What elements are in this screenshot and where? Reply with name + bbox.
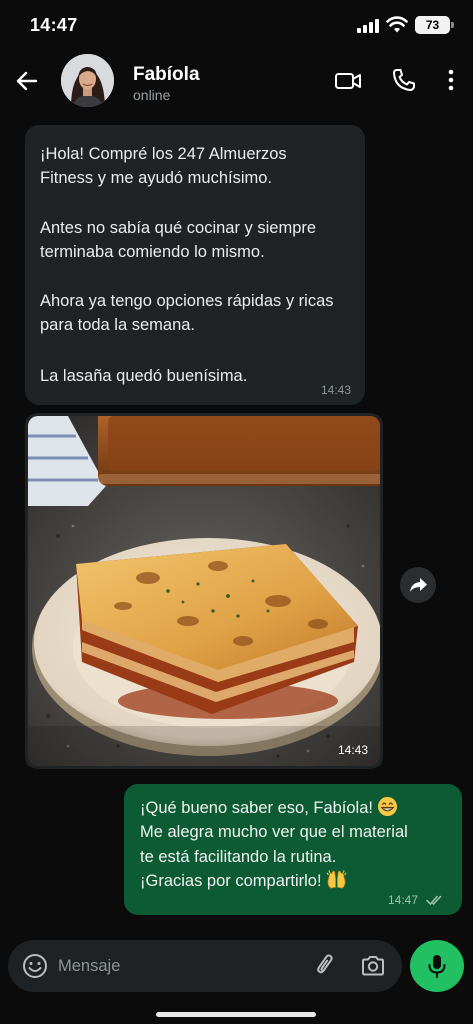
double-check-icon bbox=[426, 895, 442, 906]
message-input[interactable] bbox=[58, 948, 298, 984]
message-line: ¡Gracias por compartirlo! bbox=[140, 869, 347, 894]
battery-tip bbox=[451, 22, 454, 28]
status-bar: 14:47 73 bbox=[0, 0, 473, 52]
contact-status: online bbox=[133, 87, 171, 103]
message-time: 14:43 bbox=[337, 743, 368, 757]
mic-icon bbox=[428, 955, 446, 978]
message-list[interactable]: ¡Hola! Compré los 247 Almuerzos Fitness … bbox=[0, 114, 473, 936]
message-text: ¡Hola! Compré los 247 Almuerzos Fitness … bbox=[40, 145, 287, 187]
contact-avatar[interactable] bbox=[61, 54, 114, 107]
video-call-icon[interactable] bbox=[334, 67, 362, 95]
attach-icon[interactable] bbox=[314, 953, 338, 979]
more-options-icon[interactable] bbox=[441, 66, 461, 94]
message-text: Ahora ya tengo opciones rápidas y ricas … bbox=[40, 292, 334, 334]
message-time: 14:43 bbox=[320, 383, 351, 397]
message-line: te está facilitando la rutina. bbox=[140, 848, 337, 866]
message-text: Antes no sabía qué cocinar y siempre ter… bbox=[40, 219, 317, 261]
signal-icon bbox=[357, 19, 379, 33]
home-indicator[interactable] bbox=[156, 1012, 316, 1017]
emoji-icon[interactable] bbox=[22, 953, 48, 979]
message-text: La lasaña quedó buenísima. bbox=[40, 367, 248, 385]
photo-message-bubble[interactable]: 14:43 bbox=[25, 413, 383, 769]
phone-icon[interactable] bbox=[391, 67, 417, 93]
camera-icon[interactable] bbox=[360, 953, 386, 979]
chat-screen: 14:47 73 Fabíola online ¡Hola! Compré lo… bbox=[0, 0, 473, 1024]
raising-hands-emoji bbox=[326, 870, 347, 889]
incoming-message-bubble[interactable]: ¡Hola! Compré los 247 Almuerzos Fitness … bbox=[25, 125, 365, 405]
forward-icon bbox=[410, 578, 427, 592]
back-arrow-icon[interactable] bbox=[14, 68, 40, 94]
chat-header: Fabíola online bbox=[0, 52, 473, 114]
status-time: 14:47 bbox=[30, 15, 78, 35]
message-composer bbox=[8, 940, 402, 992]
outgoing-message-bubble[interactable]: ¡Qué bueno saber eso, Fabíola! Me alegra… bbox=[124, 784, 462, 915]
voice-message-button[interactable] bbox=[410, 940, 464, 992]
wifi-icon bbox=[386, 16, 408, 33]
message-line: ¡Qué bueno saber eso, Fabíola! bbox=[140, 796, 398, 821]
message-time: 14:47 bbox=[388, 893, 419, 907]
contact-name[interactable]: Fabíola bbox=[133, 64, 200, 86]
battery-level-text: 73 bbox=[425, 18, 440, 32]
battery-indicator: 73 bbox=[415, 16, 450, 34]
grinning-face-emoji bbox=[377, 796, 398, 817]
forward-button[interactable] bbox=[400, 567, 436, 603]
lasagna-photo[interactable]: 14:43 bbox=[28, 416, 380, 766]
message-line: Me alegra mucho ver que el material bbox=[140, 823, 408, 841]
